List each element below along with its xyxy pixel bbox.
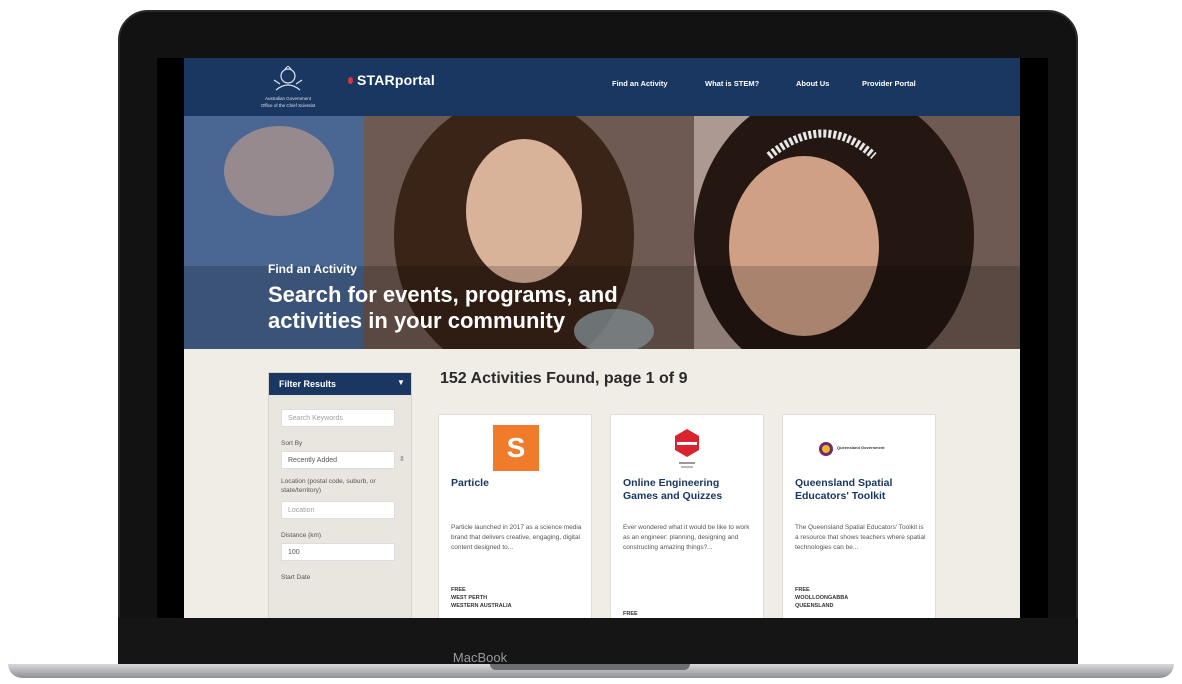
logo-text: STARportal xyxy=(357,72,435,88)
gov-office: Office of the Chief Scientist xyxy=(260,103,316,108)
nav-about-us[interactable]: About Us xyxy=(796,79,829,88)
card-cost: FREE xyxy=(623,611,638,617)
card-title[interactable]: Queensland Spatial Educators' Toolkit xyxy=(795,477,927,503)
card-cost: FREE xyxy=(795,587,810,593)
keyword-search-input[interactable]: Search Keywords xyxy=(281,409,395,427)
queensland-logo: Queensland Government xyxy=(783,425,935,473)
sort-value: Recently Added xyxy=(288,457,338,464)
start-date-label: Start Date xyxy=(281,574,311,581)
card-description: Particle launched in 2017 as a science m… xyxy=(451,524,582,551)
card-title[interactable]: Particle xyxy=(451,477,583,490)
nav-find-activity[interactable]: Find an Activity xyxy=(612,79,668,88)
card-description: The Queensland Spatial Educators' Toolki… xyxy=(795,524,926,551)
distance-label: Distance (km) xyxy=(281,532,322,539)
hero-banner: Find an Activity Search for events, prog… xyxy=(184,116,1020,349)
location-input[interactable]: Location xyxy=(281,501,395,519)
card-title[interactable]: Online Engineering Games and Quizzes xyxy=(623,477,755,503)
card-description: Ever wondered what it would be like to w… xyxy=(623,524,750,551)
site-header: Australian Government Office of the Chie… xyxy=(184,58,1020,116)
starportal-logo[interactable]: STARportal xyxy=(348,72,435,88)
activity-card-queensland[interactable]: Queensland Government Queensland Spatial… xyxy=(782,414,936,618)
location-label: Location (postal code, suburb, or state/… xyxy=(281,478,376,494)
nav-provider-portal[interactable]: Provider Portal xyxy=(862,79,916,88)
qld-logo-text: Queensland Government xyxy=(837,445,885,450)
device-label: MacBook xyxy=(452,650,508,665)
laptop-screen: Australian Government Office of the Chie… xyxy=(184,58,1020,618)
gov-name: Australian Government xyxy=(264,96,312,101)
sort-label: Sort By xyxy=(281,440,303,447)
logo-dot-icon xyxy=(348,77,353,84)
sort-select[interactable]: Recently Added ⇳ xyxy=(281,451,405,469)
card-location: WOOLLOONGABBA xyxy=(795,595,849,601)
results-count-heading: 152 Activities Found, page 1 of 9 xyxy=(440,370,688,387)
card-region: WESTERN AUSTRALIA xyxy=(451,603,512,609)
screen-bezel-left xyxy=(157,58,184,618)
particle-logo: S xyxy=(439,425,591,473)
card-region: QUEENSLAND xyxy=(795,603,834,609)
filter-panel: Filter Results ▼ Search Keywords Sort By… xyxy=(268,372,412,618)
hexagon-logo-icon xyxy=(675,429,699,468)
hero-eyebrow: Find an Activity xyxy=(268,262,357,276)
card-location: WEST PERTH xyxy=(451,595,488,601)
engineering-logo xyxy=(611,425,763,473)
card-cost: FREE xyxy=(451,587,466,593)
distance-value: 100 xyxy=(288,549,300,556)
activity-card-particle[interactable]: S Particle Particle launched in 2017 as … xyxy=(438,414,592,618)
nav-what-is-stem[interactable]: What is STEM? xyxy=(705,79,759,88)
activity-card-engineering[interactable]: Online Engineering Games and Quizzes Eve… xyxy=(610,414,764,618)
funnel-icon[interactable]: ▼ xyxy=(397,378,405,387)
particle-logo-mark: S xyxy=(493,425,539,471)
coat-of-arms-icon xyxy=(273,66,303,91)
screen-bezel-right xyxy=(1020,58,1048,618)
filter-header-label: Filter Results xyxy=(279,379,337,389)
chevron-down-icon: ⇳ xyxy=(399,456,405,463)
laptop-base-notch xyxy=(490,664,690,670)
hero-title: Search for events, programs, and activit… xyxy=(268,282,618,333)
distance-input[interactable]: 100 xyxy=(281,543,395,561)
filter-header[interactable]: Filter Results ▼ xyxy=(269,373,411,395)
